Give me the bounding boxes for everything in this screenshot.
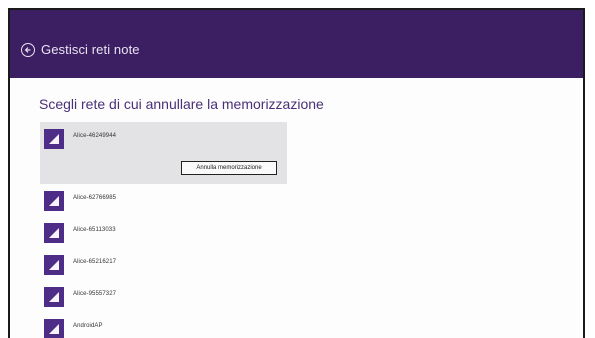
wifi-signal-icon [44, 255, 64, 275]
network-name: Alice-62766985 [73, 195, 117, 201]
network-name: Alice-46249944 [73, 133, 117, 139]
back-arrow-icon[interactable] [21, 43, 35, 57]
section-title: Scegli rete di cui annullare la memorizz… [39, 96, 324, 112]
network-item-alice-65216217[interactable]: Alice-65216217 [40, 248, 287, 280]
wifi-signal-icon [44, 319, 64, 338]
wifi-signal-icon [44, 129, 64, 149]
page-title: Gestisci reti note [41, 42, 140, 57]
network-item-alice-65113033[interactable]: Alice-65113033 [40, 216, 287, 248]
wifi-signal-icon [44, 287, 64, 307]
network-list: Alice-46249944 Annulla memorizzazione Al… [40, 122, 287, 338]
wifi-signal-icon [44, 223, 64, 243]
settings-window: Gestisci reti note Scegli rete di cui an… [8, 8, 585, 338]
network-item-alice-95557327[interactable]: Alice-95557327 [40, 280, 287, 312]
network-name: Alice-65113033 [73, 227, 116, 233]
wifi-signal-icon [44, 191, 64, 211]
forget-network-button[interactable]: Annulla memorizzazione [181, 161, 277, 175]
network-item-androidap[interactable]: AndroidAP [40, 312, 287, 338]
network-name: Alice-65216217 [73, 259, 117, 265]
network-name: AndroidAP [73, 323, 103, 329]
header-bar: Gestisci reti note [10, 10, 583, 78]
network-name: Alice-95557327 [73, 291, 117, 297]
network-item-alice-46249944[interactable]: Alice-46249944 Annulla memorizzazione [40, 122, 287, 184]
network-item-alice-62766985[interactable]: Alice-62766985 [40, 184, 287, 216]
